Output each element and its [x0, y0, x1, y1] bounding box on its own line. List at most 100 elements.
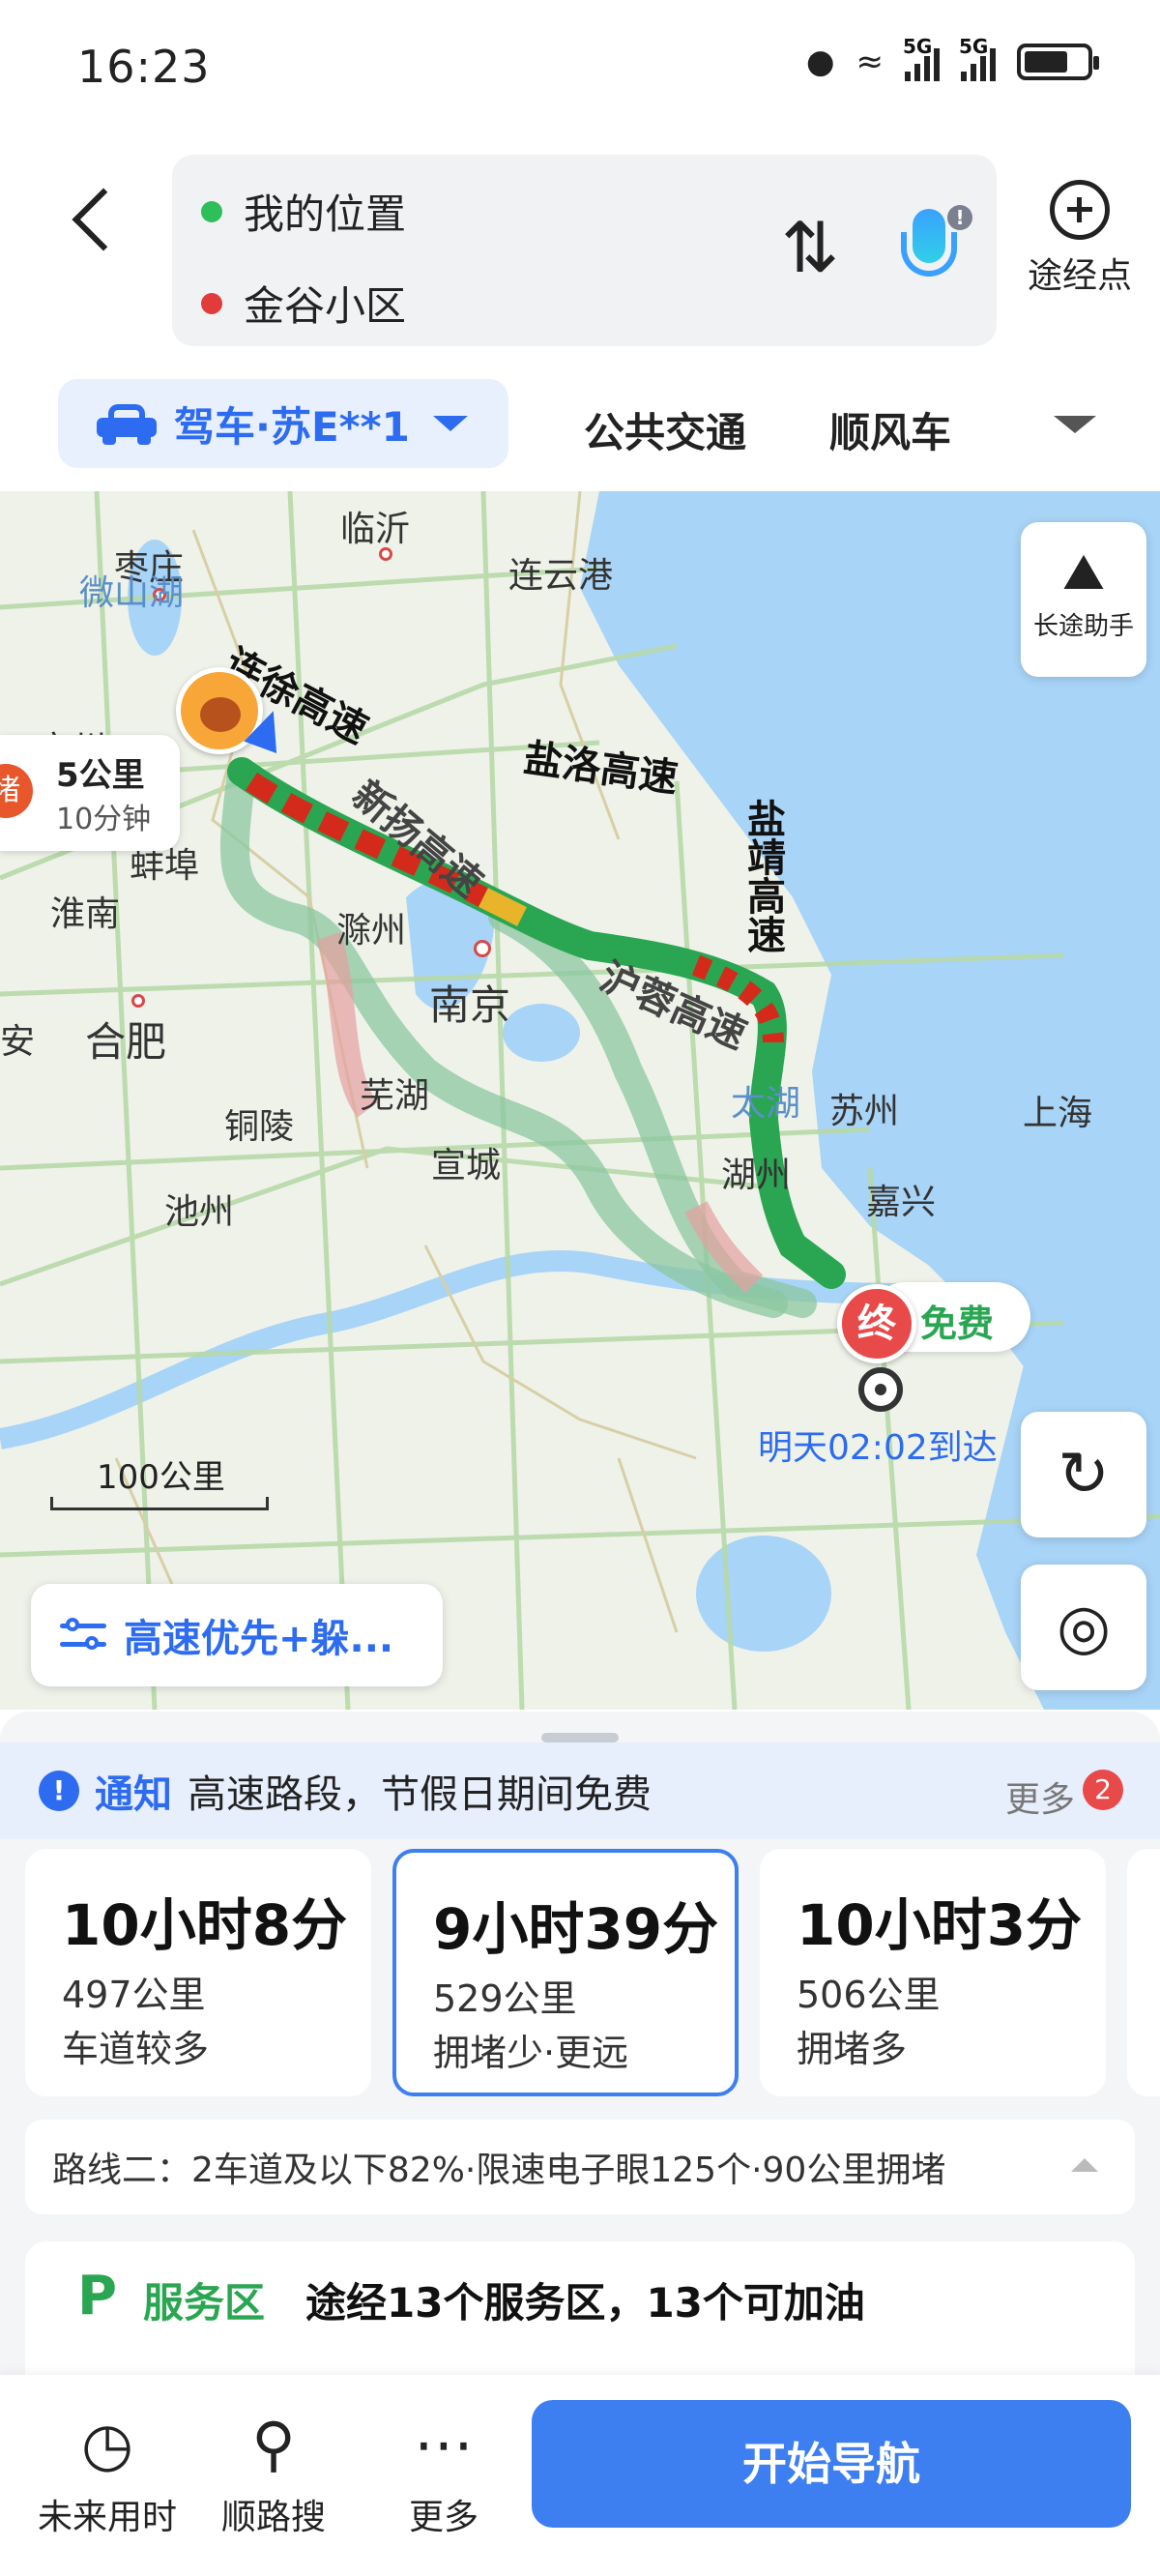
status-time: 16:23 [77, 41, 211, 93]
route-desc: 拥堵少·更远 [433, 2032, 629, 2074]
city-label: 铜陵 [224, 1107, 295, 1147]
swap-icon[interactable]: ⇅ [781, 213, 839, 282]
notice-more-link[interactable]: 更多 [1005, 1771, 1075, 1822]
capital-dot-icon [474, 940, 491, 957]
segment-duration: 10分钟 [56, 803, 152, 836]
city-label: 湖州 [721, 1156, 792, 1195]
origin-dot-icon [201, 200, 222, 222]
tab-drive-label: 驾车·苏E**1 [174, 402, 410, 451]
route-distance: 529公里 [433, 1977, 577, 2020]
notice-title: 通知 [95, 1772, 172, 1817]
city-label: 南京 [429, 981, 511, 1029]
chevron-down-icon [432, 416, 468, 431]
toll-free-label: 免费 [920, 1303, 995, 1345]
future-time-label: 未来用时 [37, 2498, 177, 2537]
route-desc: 车道较多 [62, 2028, 210, 2070]
info-icon: ! [39, 1771, 79, 1811]
city-label: 上海 [1023, 1094, 1093, 1133]
tab-carpool[interactable]: 顺风车 [829, 400, 951, 459]
car-route-icon: ⛰ [1062, 543, 1105, 601]
route-preference-button[interactable]: 高速优先+躲... [31, 1584, 443, 1686]
route-time: 9小时39分 [433, 1896, 719, 1962]
city-label: 淮南 [50, 894, 121, 934]
more-label: 更多 [408, 2498, 478, 2537]
sliders-icon [60, 1616, 106, 1654]
service-text: 途经13个服务区，13个可加油 [305, 2279, 865, 2327]
lake-label: 太湖 [731, 1084, 801, 1124]
route-option-card[interactable]: 10小时3分 506公里 拥堵多 [760, 1849, 1106, 2096]
signal-5g-icon: 5G [903, 35, 940, 81]
wifi-icon: ≈ [856, 43, 884, 81]
waypoint-label: 途经点 [1027, 256, 1132, 296]
tab-drive[interactable]: 驾车·苏E**1 [58, 379, 508, 468]
notice-banner[interactable]: ! 通知 高速路段，节假日期间免费 更多 2 [0, 1742, 1160, 1839]
route-search-header: 我的位置 金谷小区 ⇅ ! 途经点 [0, 145, 1160, 358]
destination-dot-icon [201, 292, 222, 314]
notice-text: 高速路段，节假日期间免费 [188, 1772, 652, 1817]
start-navigation-button[interactable]: 开始导航 [532, 2400, 1131, 2528]
route-time: 10小时3分 [797, 1892, 1083, 1958]
notice-count-badge: 2 [1083, 1770, 1123, 1810]
congestion-segment-tag[interactable]: 堵 5公里 10分钟 [0, 735, 180, 851]
route-desc: 拥堵多 [797, 2028, 908, 2070]
status-bar: 16:23 ● ≈ 5G 5G [0, 0, 1160, 145]
service-area-card[interactable]: P 服务区 途经13个服务区，13个可加油 [25, 2241, 1135, 2386]
city-label: 滁州 [336, 911, 407, 951]
route-distance: 497公里 [62, 1974, 206, 2016]
city-label: 芜湖 [360, 1076, 430, 1116]
long-trip-assistant-button[interactable]: ⛰ 长途助手 [1021, 522, 1146, 677]
route-detail-bar[interactable]: 路线二：2车道及以下82%·限速电子眼125个·90公里拥堵 [25, 2120, 1135, 2214]
sheet-drag-handle[interactable] [541, 1733, 619, 1742]
segment-distance: 5公里 [56, 756, 145, 795]
route-distance: 506公里 [797, 1974, 941, 2016]
along-route-search-button[interactable]: ⚲ 顺路搜 [191, 2408, 356, 2539]
destination-marker[interactable]: 终 [837, 1284, 916, 1363]
destination-field[interactable]: 金谷小区 [201, 274, 406, 333]
city-dot-icon [131, 994, 145, 1008]
city-label: 合肥 [85, 1018, 167, 1066]
more-modes-chevron-icon[interactable] [1054, 416, 1096, 433]
city-label: 池州 [164, 1192, 235, 1232]
origin-text: 我的位置 [244, 190, 407, 238]
status-icons: ● ≈ 5G 5G [805, 35, 1099, 81]
travel-mode-tabs: 驾车·苏E**1 公共交通 顺风车 [0, 367, 1160, 483]
tab-transit[interactable]: 公共交通 [584, 400, 746, 459]
city-label: 连云港 [508, 556, 614, 596]
destination-pin-icon [858, 1367, 903, 1412]
refresh-icon[interactable]: ↻ [1021, 1412, 1146, 1537]
scale-bar [50, 1497, 269, 1510]
parking-service-icon: P [77, 2265, 118, 2327]
signal-label: 5G [903, 35, 933, 58]
route-option-card[interactable]: 10小时8分 497公里 车道较多 [25, 1849, 371, 2096]
long-trip-label: 长途助手 [1032, 612, 1134, 641]
service-title: 服务区 [143, 2279, 266, 2327]
add-waypoint-button[interactable]: 途经点 [1017, 180, 1143, 298]
signal-5g-icon: 5G [959, 35, 996, 81]
route-option-card-partial[interactable] [1127, 1849, 1160, 2096]
bottom-action-bar: ◷ 未来用时 ⚲ 顺路搜 ⋯ 更多 开始导航 [0, 2375, 1160, 2576]
plus-circle-icon [1050, 180, 1110, 240]
route-input-box: 我的位置 金谷小区 ⇅ ! [172, 155, 997, 346]
route-bottom-sheet: ! 通知 高速路段，节假日期间免费 更多 2 10小时8分 497公里 车道较多… [0, 1712, 1160, 2386]
back-button[interactable] [68, 174, 126, 261]
clock-icon: ◷ [80, 2409, 134, 2479]
route-map[interactable]: 枣庄 临沂 连云港 微山湖 宿州 蚌埠 淮南 滁州 南京 合肥 安 芜湖 铜陵 … [0, 491, 1160, 1710]
locate-icon[interactable]: ◎ [1021, 1565, 1146, 1690]
origin-field[interactable]: 我的位置 [201, 182, 406, 241]
microphone-icon[interactable]: ! [887, 203, 974, 290]
route-detail-text: 路线二：2车道及以下82%·限速电子眼125个·90公里拥堵 [52, 2151, 946, 2190]
search-icon: ⚲ [251, 2409, 296, 2479]
location-icon: ● [805, 43, 835, 81]
signal-label: 5G [959, 35, 989, 58]
arrival-time-label: 明天02:02到达 [758, 1428, 998, 1468]
city-dot-icon [379, 547, 392, 561]
lake-label: 微山湖 [79, 573, 185, 613]
future-time-button[interactable]: ◷ 未来用时 [25, 2408, 189, 2539]
city-label: 嘉兴 [866, 1183, 937, 1222]
city-label: 宣城 [431, 1146, 502, 1186]
more-button[interactable]: ⋯ 更多 [362, 2408, 526, 2539]
route-option-card-selected[interactable]: 9小时39分 529公里 拥堵少·更远 [392, 1849, 739, 2096]
city-label: 临沂 [340, 510, 411, 549]
chevron-up-icon [1071, 2158, 1098, 2172]
route-time: 10小时8分 [62, 1892, 348, 1958]
